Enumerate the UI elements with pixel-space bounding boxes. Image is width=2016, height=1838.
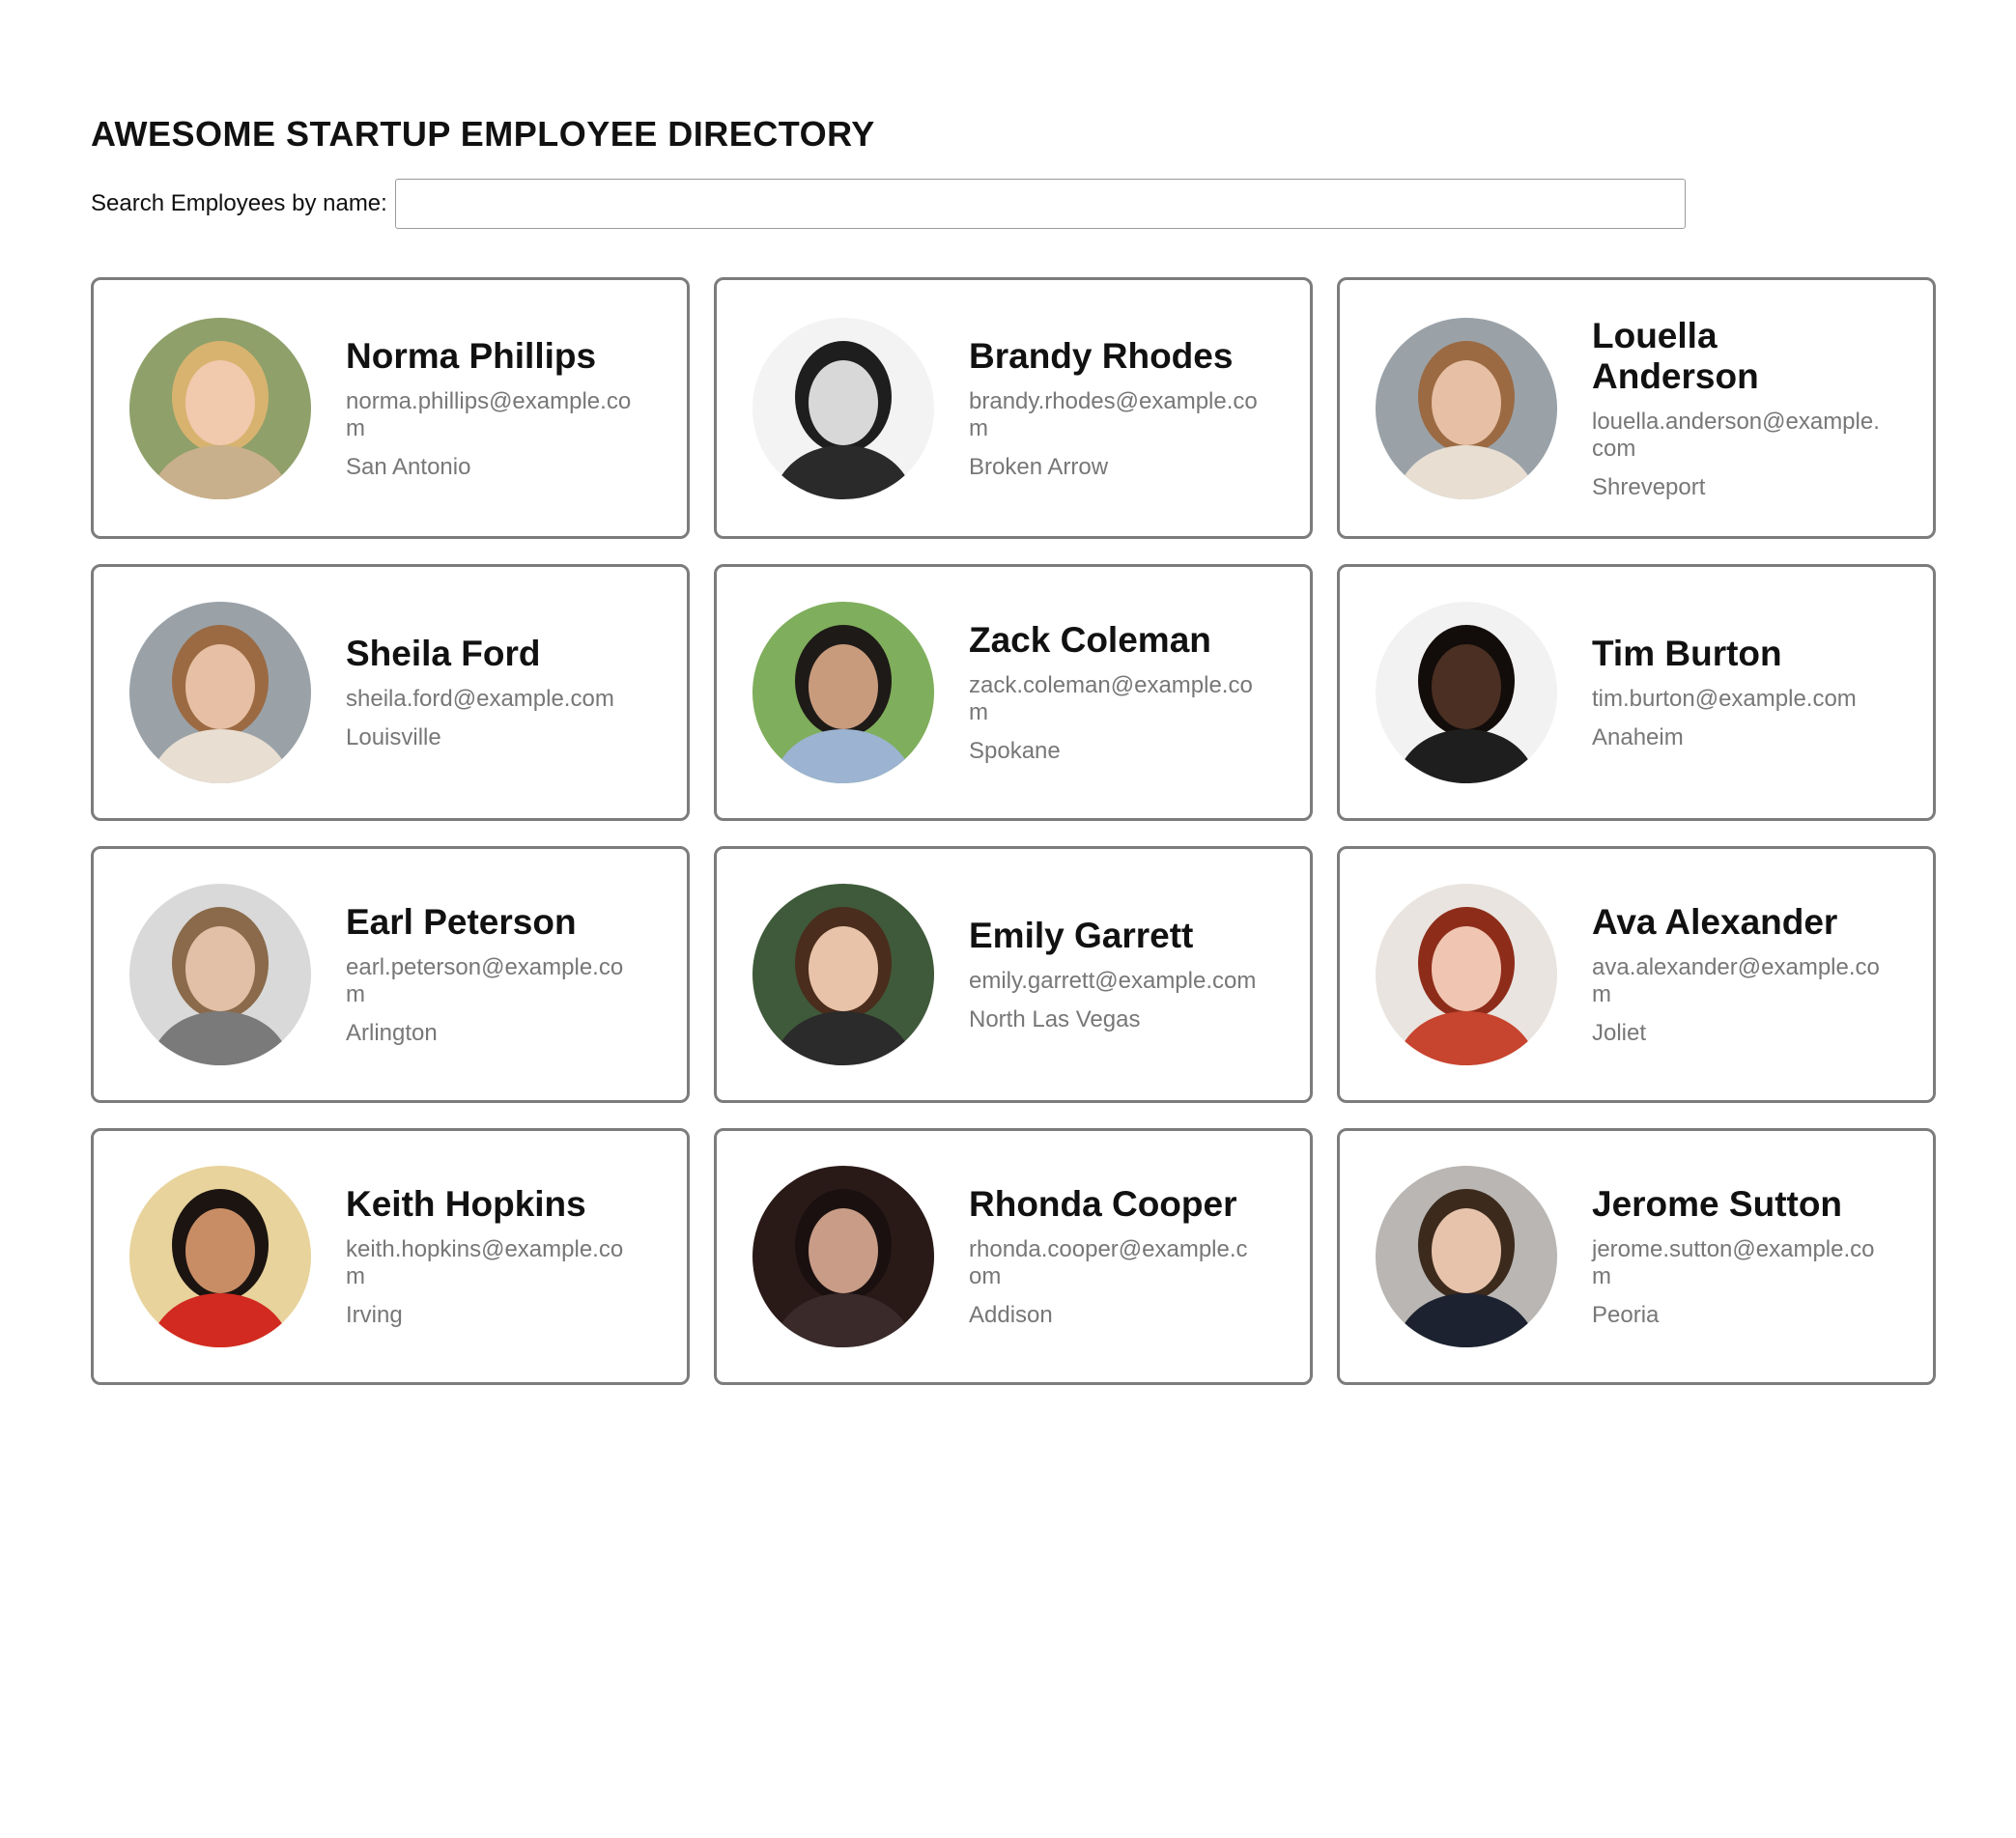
employee-email: earl.peterson@example.com xyxy=(346,954,624,1007)
search-bar: Search Employees by name: xyxy=(91,178,1686,230)
employee-card[interactable]: Rhonda Cooper rhonda.cooper@example.com Ad… xyxy=(714,1128,1313,1385)
employee-card[interactable]: Tim Burton tim.burton@example.com Anaheim xyxy=(1337,564,1936,821)
search-label: Search Employees by name: xyxy=(91,190,387,216)
employee-name: Brandy Rhodes xyxy=(969,335,1234,376)
employee-card[interactable]: Ava Alexander ava.alexander@example.com Jo… xyxy=(1337,846,1936,1103)
employee-name: Rhonda Cooper xyxy=(969,1184,1237,1224)
avatar xyxy=(1376,1166,1557,1347)
employee-card[interactable]: Brandy Rhodes brandy.rhodes@example.com Br… xyxy=(714,277,1313,539)
employee-city: Spokane xyxy=(969,738,1061,764)
employee-info: Louella Anderson louella.anderson@example… xyxy=(1592,316,1882,501)
employee-city: Irving xyxy=(346,1302,403,1328)
employee-card[interactable]: Emily Garrett emily.garrett@example.com No… xyxy=(714,846,1313,1103)
employee-city: Peoria xyxy=(1592,1302,1660,1328)
employee-city: Louisville xyxy=(346,724,441,750)
employee-card[interactable]: Zack Coleman zack.coleman@example.com Spok… xyxy=(714,564,1313,821)
employee-card[interactable]: Louella Anderson louella.anderson@example… xyxy=(1337,277,1936,539)
employee-email: emily.garrett@example.com xyxy=(969,968,1257,994)
employee-email: keith.hopkins@example.com xyxy=(346,1236,624,1289)
employee-email: tim.burton@example.com xyxy=(1592,686,1857,712)
employee-info: Emily Garrett emily.garrett@example.com No… xyxy=(969,916,1259,1033)
employee-card[interactable]: Sheila Ford sheila.ford@example.com Louisv… xyxy=(91,564,690,821)
avatar xyxy=(1376,317,1557,499)
employee-name: Earl Peterson xyxy=(346,902,577,942)
employee-name: Sheila Ford xyxy=(346,634,541,673)
employee-info: Keith Hopkins keith.hopkins@example.com Ir… xyxy=(346,1184,636,1329)
avatar xyxy=(752,884,934,1065)
employee-info: Norma Phillips norma.phillips@example.com… xyxy=(346,336,636,481)
employee-info: Ava Alexander ava.alexander@example.com Jo… xyxy=(1592,902,1882,1047)
employee-card[interactable]: Jerome Sutton jerome.sutton@example.com Pe… xyxy=(1337,1128,1936,1385)
employee-name: Ava Alexander xyxy=(1592,902,1838,942)
employee-email: louella.anderson@example.com xyxy=(1592,408,1880,462)
avatar xyxy=(1376,884,1557,1065)
employee-email: zack.coleman@example.com xyxy=(969,672,1253,725)
employee-name: Jerome Sutton xyxy=(1592,1184,1843,1224)
employee-info: Sheila Ford sheila.ford@example.com Louisv… xyxy=(346,634,636,751)
employee-email: brandy.rhodes@example.com xyxy=(969,387,1258,441)
avatar xyxy=(1376,602,1557,783)
employee-email: jerome.sutton@example.com xyxy=(1592,1236,1875,1289)
employee-email: norma.phillips@example.com xyxy=(346,387,632,441)
page-title: AWESOME STARTUP EMPLOYEE DIRECTORY xyxy=(91,114,875,154)
avatar xyxy=(129,884,311,1065)
employee-name: Keith Hopkins xyxy=(346,1184,586,1224)
avatar xyxy=(752,602,934,783)
search-input[interactable] xyxy=(394,179,1686,229)
avatar xyxy=(129,317,311,499)
employee-info: Zack Coleman zack.coleman@example.com Spok… xyxy=(969,620,1259,765)
employee-info: Brandy Rhodes brandy.rhodes@example.com Br… xyxy=(969,336,1259,481)
employee-city: San Antonio xyxy=(346,453,471,480)
employee-card[interactable]: Norma Phillips norma.phillips@example.com… xyxy=(91,277,690,539)
employee-name: Zack Coleman xyxy=(969,620,1211,660)
employee-city: Arlington xyxy=(346,1020,438,1046)
employee-name: Norma Phillips xyxy=(346,335,597,376)
avatar xyxy=(752,317,934,499)
employee-grid: Norma Phillips norma.phillips@example.com… xyxy=(91,277,1936,1385)
employee-email: ava.alexander@example.com xyxy=(1592,954,1880,1007)
employee-card[interactable]: Earl Peterson earl.peterson@example.com Ar… xyxy=(91,846,690,1103)
avatar xyxy=(129,1166,311,1347)
employee-email: sheila.ford@example.com xyxy=(346,686,614,712)
employee-info: Tim Burton tim.burton@example.com Anaheim xyxy=(1592,634,1882,751)
avatar xyxy=(752,1166,934,1347)
employee-city: Joliet xyxy=(1592,1020,1647,1046)
employee-card[interactable]: Keith Hopkins keith.hopkins@example.com Ir… xyxy=(91,1128,690,1385)
employee-city: Shreveport xyxy=(1592,473,1706,500)
employee-city: Broken Arrow xyxy=(969,453,1109,480)
employee-city: Anaheim xyxy=(1592,724,1684,750)
employee-info: Rhonda Cooper rhonda.cooper@example.com Ad… xyxy=(969,1184,1259,1329)
employee-info: Earl Peterson earl.peterson@example.com Ar… xyxy=(346,902,636,1047)
employee-city: Addison xyxy=(969,1302,1053,1328)
employee-email: rhonda.cooper@example.com xyxy=(969,1236,1248,1289)
employee-name: Louella Anderson xyxy=(1592,315,1759,396)
employee-info: Jerome Sutton jerome.sutton@example.com Pe… xyxy=(1592,1184,1882,1329)
employee-name: Tim Burton xyxy=(1592,634,1782,673)
employee-name: Emily Garrett xyxy=(969,916,1194,955)
avatar xyxy=(129,602,311,783)
employee-city: North Las Vegas xyxy=(969,1006,1141,1032)
